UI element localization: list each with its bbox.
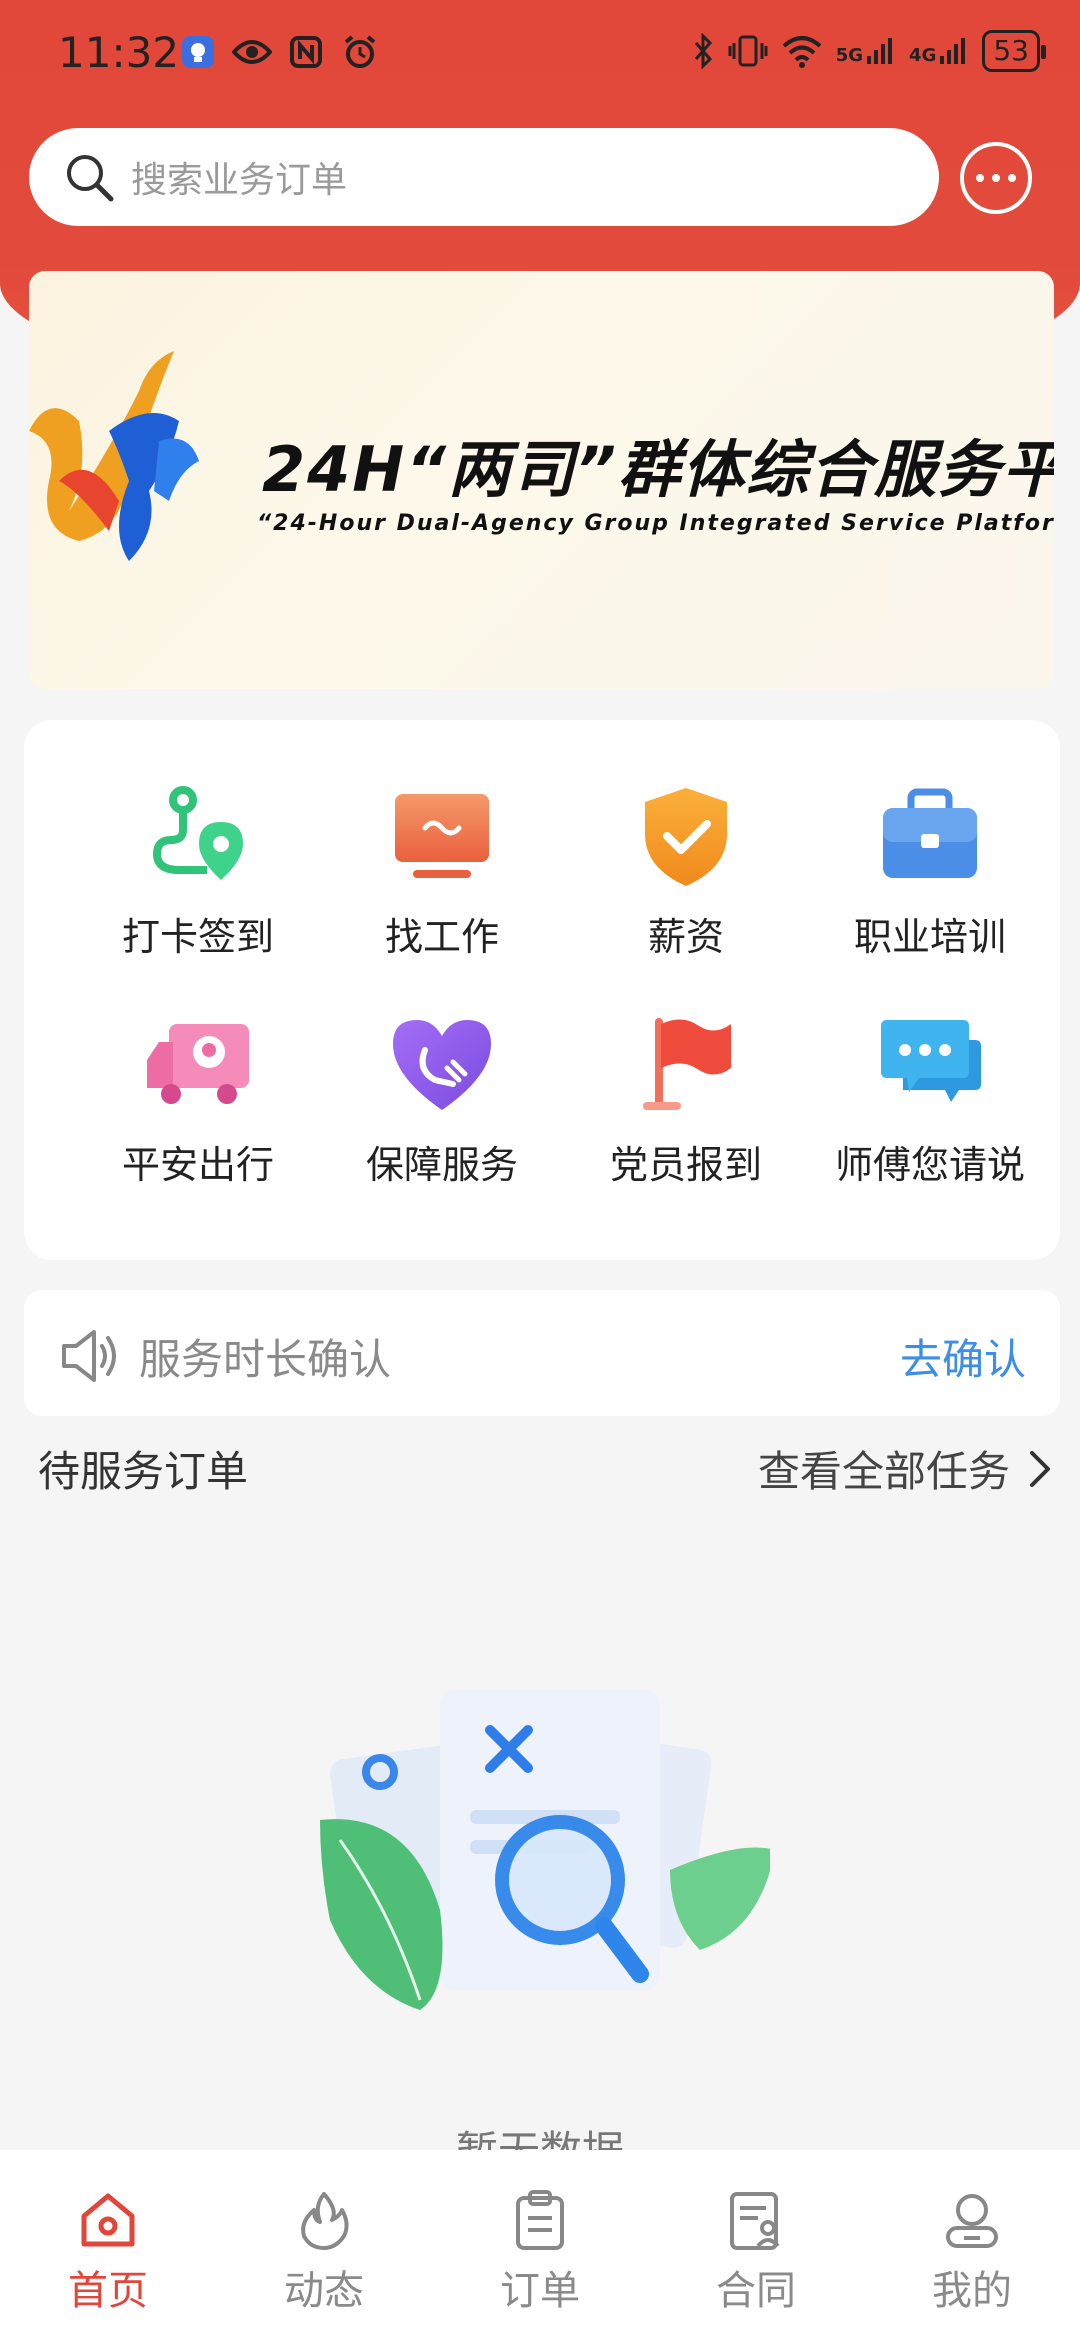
confirm-link[interactable]: 去确认 [900, 1326, 1026, 1387]
system-indicators: 5G 4G 53 [692, 30, 1046, 72]
signal-4g: 4G [909, 36, 968, 66]
clipboard-icon [516, 2190, 564, 2250]
home-icon [81, 2193, 135, 2247]
truck-icon [147, 1024, 249, 1104]
signal-bars-icon [940, 38, 966, 64]
notice-text: 服务时长确认 [139, 1335, 392, 1384]
tab-label: 首页 [68, 2268, 148, 2314]
service-item-training[interactable]: 职业培训 [810, 782, 1050, 982]
wifi-icon [782, 36, 822, 68]
more-dot [1008, 174, 1016, 182]
tab-label: 动态 [284, 2268, 364, 2314]
service-label: 职业培训 [853, 915, 1006, 959]
bluetooth-icon [694, 33, 712, 69]
speaker-icon [62, 1330, 116, 1382]
service-label: 师傅您请说 [834, 1143, 1025, 1187]
tab-contract[interactable]: 合同 [681, 2188, 831, 2316]
tab-label: 我的 [932, 2268, 1012, 2314]
contract-icon [730, 2192, 780, 2250]
service-label: 党员报到 [609, 1143, 762, 1187]
pending-orders-title: 待服务订单 [38, 1447, 249, 1496]
more-dot [976, 174, 984, 182]
nfc-icon [286, 32, 326, 72]
shield-check-icon [645, 788, 727, 886]
platform-logo [29, 351, 199, 561]
tab-label: 订单 [500, 2268, 580, 2314]
alarm-icon [340, 32, 380, 72]
status-time: 11:32 [58, 28, 180, 77]
flag-icon [643, 1018, 731, 1110]
briefcase-icon [883, 788, 977, 878]
service-item-find-job[interactable]: 找工作 [322, 782, 562, 982]
heart-handshake-icon [393, 1020, 491, 1110]
more-options-button[interactable] [960, 142, 1032, 214]
notification-icons [178, 32, 380, 72]
promo-banner[interactable]: 24H“两司”群体综合服务平台 “24-Hour Dual-Agency Gro… [29, 271, 1054, 689]
service-duration-notice[interactable]: 服务时长确认 去确认 [24, 1290, 1060, 1416]
more-dot [992, 174, 1000, 182]
service-item-master-speak[interactable]: 师傅您请说 [810, 1010, 1050, 1210]
network-5g-label: 5G [835, 45, 864, 66]
battery-indicator: 53 [982, 30, 1046, 72]
service-item-salary[interactable]: 薪资 [566, 782, 806, 982]
eye-icon [232, 32, 272, 72]
map-route-icon [152, 786, 243, 880]
service-grid: 打卡签到 找工作 薪资 职业培训 平安出行 保障服务 党员报到 师傅您请说 [24, 720, 1060, 1260]
home-screen: 11:32 5G 4G 53 搜索业务订单 24H“两司”群体综合服务平台 “2… [0, 0, 1080, 2340]
banner-subtitle: “24-Hour Dual-Agency Group Integrated Se… [257, 511, 1054, 536]
vibrate-icon [728, 35, 768, 67]
fire-icon [301, 2192, 349, 2250]
signal-bars-icon [867, 38, 893, 64]
chat-bubble-icon [881, 1020, 981, 1102]
view-all-label: 查看全部任务 [757, 1447, 1010, 1496]
tab-label: 合同 [716, 2268, 796, 2314]
search-icon [67, 155, 114, 202]
service-item-party-member[interactable]: 党员报到 [566, 1010, 806, 1210]
service-item-security-service[interactable]: 保障服务 [322, 1010, 562, 1210]
tab-home[interactable]: 首页 [33, 2188, 183, 2316]
service-label: 平安出行 [121, 1143, 274, 1187]
network-4g-label: 4G [909, 45, 937, 66]
tab-activity[interactable]: 动态 [249, 2188, 399, 2316]
signal-5g: 5G [836, 36, 895, 66]
tab-profile[interactable]: 我的 [897, 2188, 1047, 2316]
banner-title: 24H“两司”群体综合服务平台 [262, 433, 1054, 506]
service-label: 找工作 [384, 915, 499, 959]
search-bar[interactable]: 搜索业务订单 [29, 128, 939, 226]
chevron-right-icon [1030, 1450, 1050, 1487]
status-bar: 11:32 5G 4G 53 [0, 0, 1080, 110]
service-item-safe-travel[interactable]: 平安出行 [78, 1010, 318, 1210]
search-placeholder: 搜索业务订单 [131, 160, 348, 201]
user-icon [946, 2194, 998, 2248]
view-all-tasks-link[interactable]: 查看全部任务 [758, 1438, 1052, 1499]
service-label: 保障服务 [365, 1143, 518, 1187]
tab-orders[interactable]: 订单 [465, 2188, 615, 2316]
service-label: 薪资 [647, 915, 724, 959]
app-notification-icon [178, 32, 218, 72]
bottom-tab-bar: 首页 动态 订单 合同 我的 [0, 2150, 1080, 2340]
service-label: 打卡签到 [121, 915, 274, 959]
service-item-checkin[interactable]: 打卡签到 [78, 782, 318, 982]
empty-state-illustration [320, 1690, 770, 2010]
monitor-icon [395, 794, 489, 878]
